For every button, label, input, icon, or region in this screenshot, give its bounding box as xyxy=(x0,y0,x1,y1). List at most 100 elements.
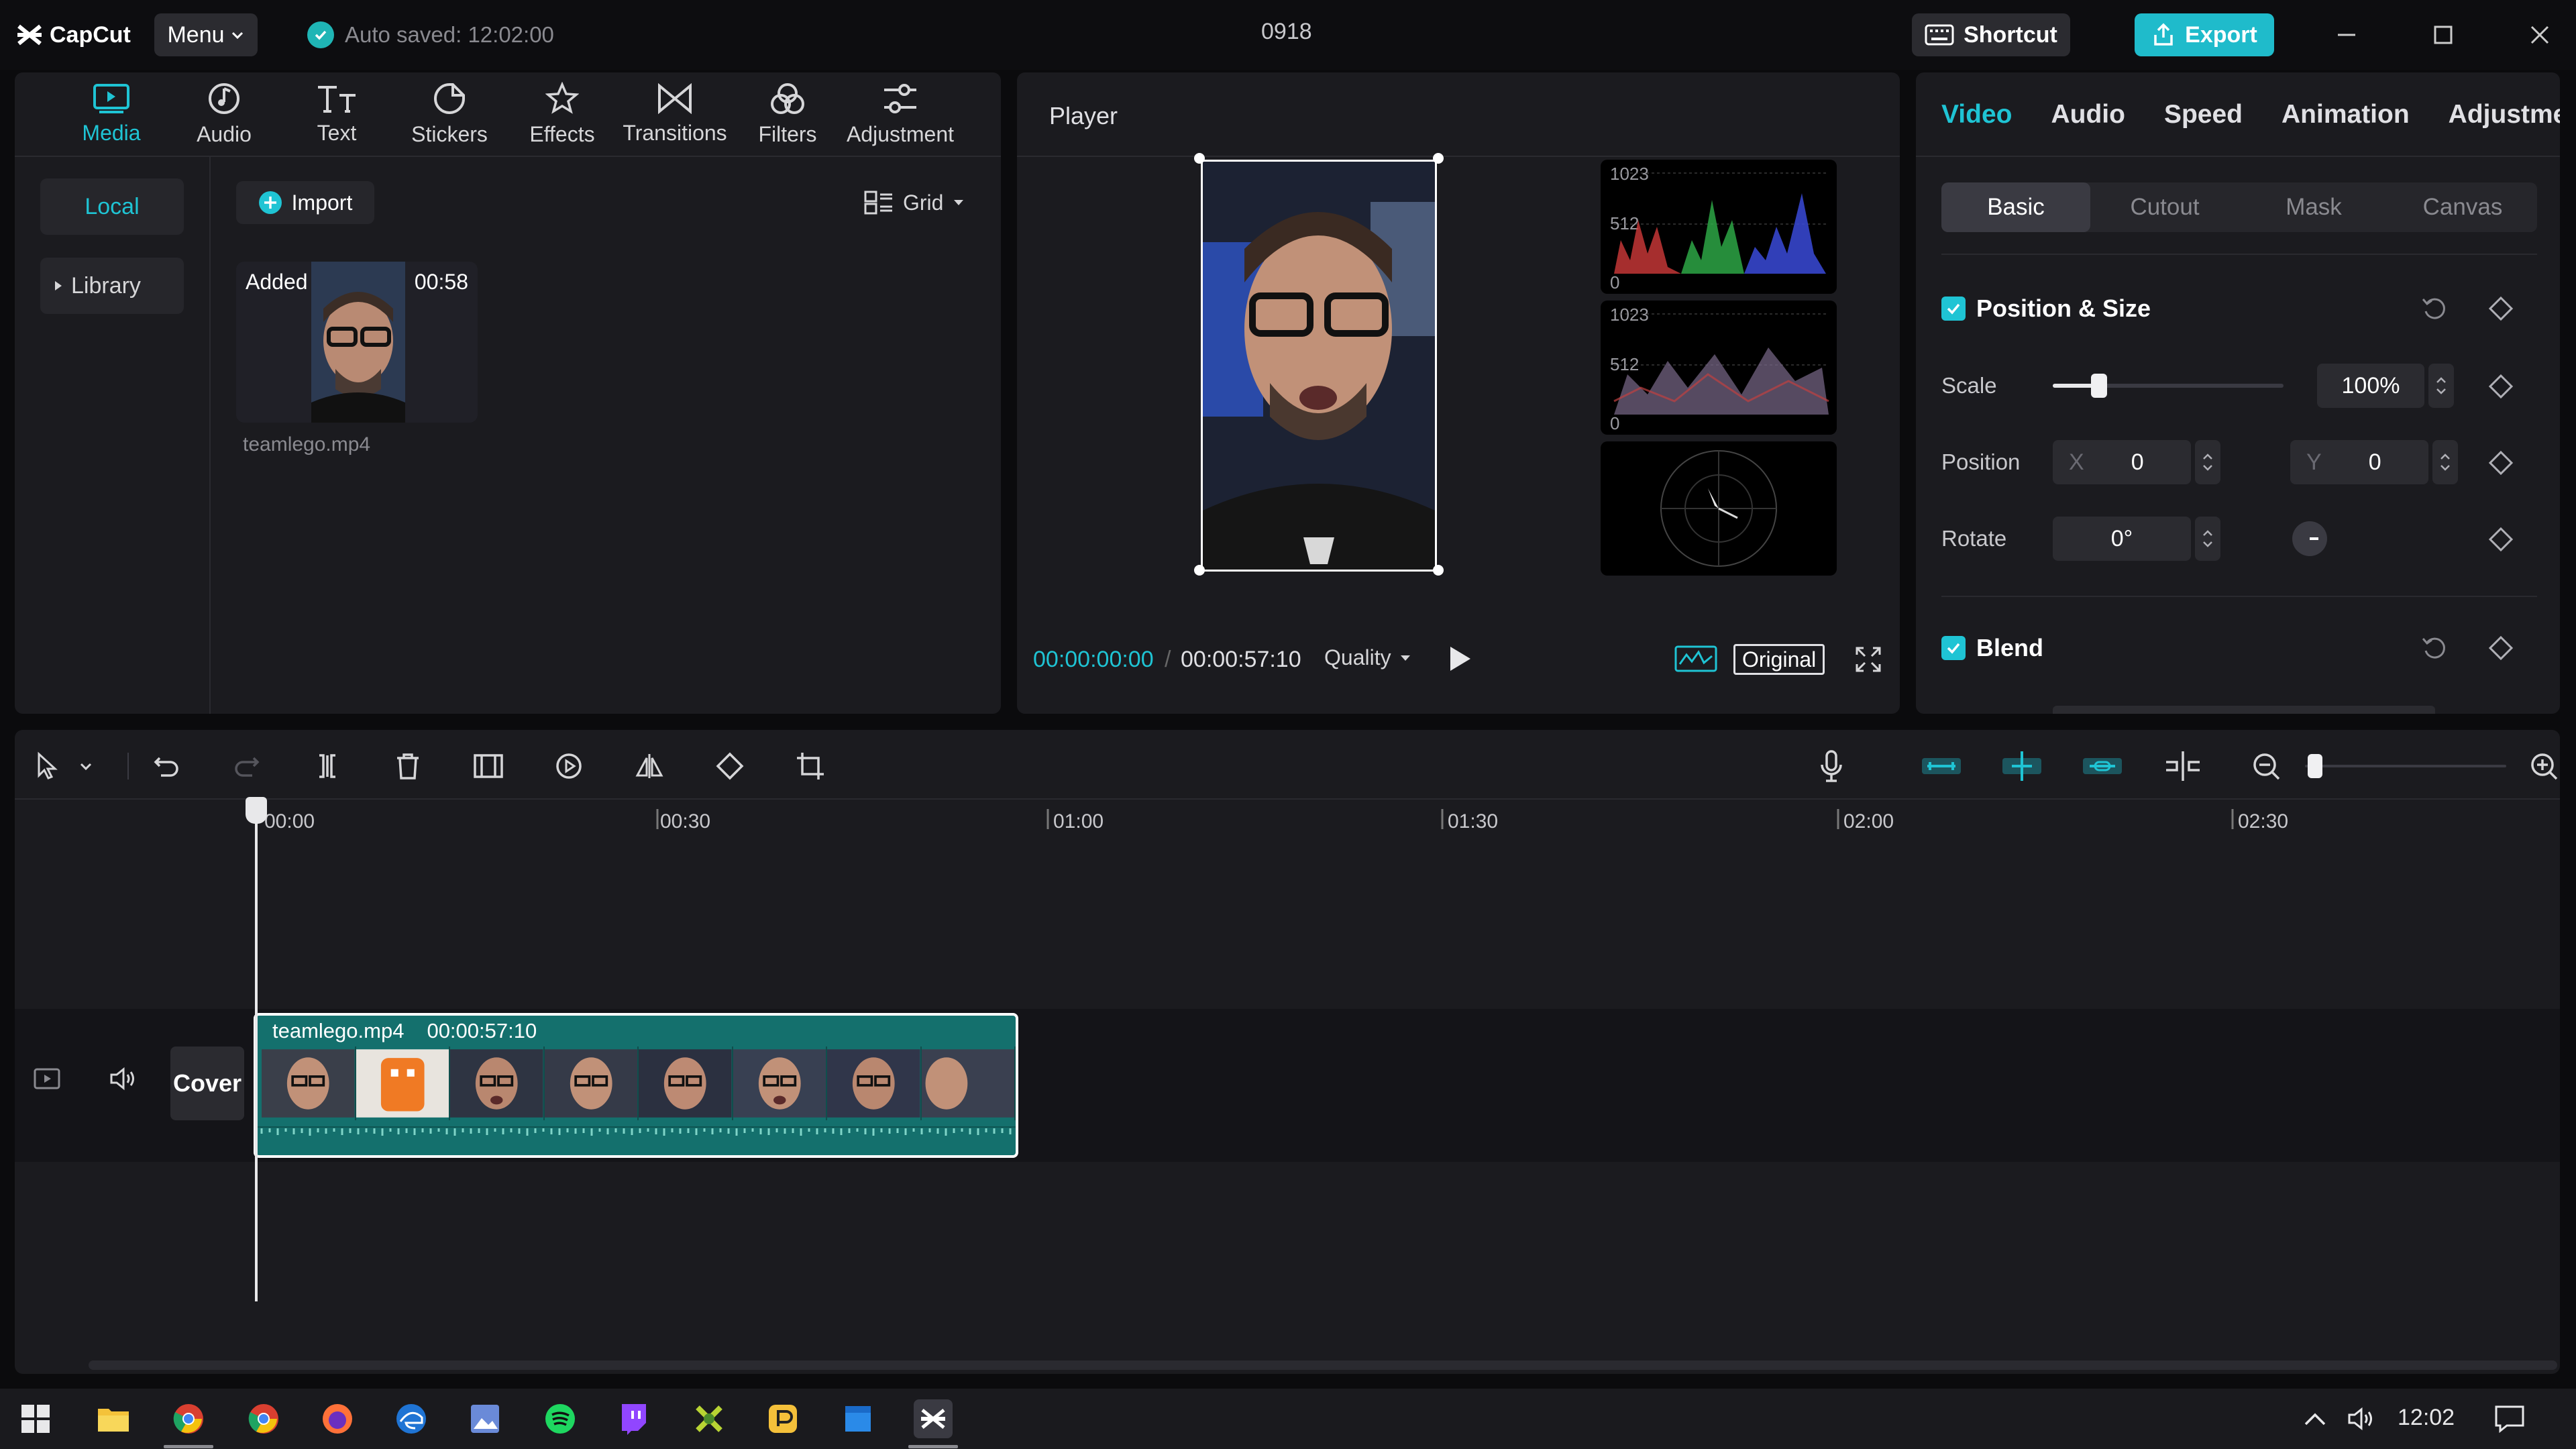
scale-input[interactable]: 100% xyxy=(2317,364,2424,408)
mirror-icon[interactable] xyxy=(632,749,667,784)
scale-stepper[interactable] xyxy=(2428,364,2454,408)
tab-animation[interactable]: Animation xyxy=(2282,100,2410,129)
track-mute-icon[interactable] xyxy=(109,1065,138,1092)
keyframe-icon[interactable] xyxy=(2487,295,2514,322)
scopes-toggle-icon[interactable] xyxy=(1674,644,1717,674)
keyframe-icon[interactable] xyxy=(2487,449,2514,476)
image-viewer-icon[interactable] xyxy=(466,1399,504,1438)
zoom-slider-handle[interactable] xyxy=(2308,754,2322,778)
subtab-cutout[interactable]: Cutout xyxy=(2090,182,2239,232)
play-icon[interactable] xyxy=(1446,644,1473,674)
media-item-thumbnail[interactable]: Added 00:58 xyxy=(236,262,478,423)
tab-transitions[interactable]: Transitions xyxy=(619,72,731,156)
close-icon[interactable] xyxy=(2524,19,2556,51)
export-button[interactable]: Export xyxy=(2135,13,2274,56)
zoom-out-icon[interactable] xyxy=(2249,749,2284,784)
app-yellow-icon[interactable] xyxy=(763,1399,802,1438)
subtab-basic[interactable]: Basic xyxy=(1941,182,2090,232)
position-y-stepper[interactable] xyxy=(2432,440,2458,484)
rotate-input[interactable]: 0° xyxy=(2053,517,2191,561)
tab-prop-audio[interactable]: Audio xyxy=(2051,100,2125,129)
tab-adjustment[interactable]: Adjustment xyxy=(844,72,957,156)
chrome-icon[interactable] xyxy=(244,1399,283,1438)
windows-start-icon[interactable] xyxy=(16,1399,55,1438)
spotify-icon[interactable] xyxy=(541,1399,580,1438)
main-track-magnet-icon[interactable] xyxy=(1920,749,1963,784)
video-preview[interactable] xyxy=(1201,160,1437,572)
auto-snap-icon[interactable] xyxy=(2000,749,2043,784)
crop-handle[interactable] xyxy=(1194,565,1205,576)
rotate-dial-icon[interactable] xyxy=(2290,519,2329,558)
notification-icon[interactable] xyxy=(2490,1399,2529,1438)
sidebar-item-local[interactable]: Local xyxy=(40,178,184,235)
reverse-icon[interactable] xyxy=(551,749,586,784)
tab-video[interactable]: Video xyxy=(1941,100,2012,129)
crop-handle[interactable] xyxy=(1194,153,1205,164)
rotate-stepper[interactable] xyxy=(2195,517,2220,561)
chevron-down-icon[interactable] xyxy=(76,749,95,784)
sidebar-item-library[interactable]: Library xyxy=(40,258,184,314)
delete-icon[interactable] xyxy=(390,749,425,784)
quality-dropdown[interactable]: Quality xyxy=(1324,645,1411,670)
scale-slider-handle[interactable] xyxy=(2090,374,2107,398)
tab-filters[interactable]: Filters xyxy=(731,72,844,156)
view-mode-button[interactable]: Grid xyxy=(864,181,965,224)
tab-adjustment-prop[interactable]: Adjustme xyxy=(2449,100,2560,129)
firefox-icon[interactable] xyxy=(318,1399,357,1438)
position-y-input[interactable]: Y 0 xyxy=(2290,440,2428,484)
reset-icon[interactable] xyxy=(2420,295,2447,322)
tab-audio[interactable]: Audio xyxy=(168,72,280,156)
zoom-in-icon[interactable] xyxy=(2526,749,2561,784)
position-x-input[interactable]: X 0 xyxy=(2053,440,2191,484)
aspect-ratio-button[interactable]: Original xyxy=(1733,644,1825,675)
cover-button[interactable]: Cover xyxy=(170,1046,244,1120)
position-x-stepper[interactable] xyxy=(2195,440,2220,484)
redo-icon[interactable] xyxy=(229,749,264,784)
keyframe-icon[interactable] xyxy=(2487,635,2514,661)
crop-handle[interactable] xyxy=(1433,565,1444,576)
tab-stickers[interactable]: Stickers xyxy=(393,72,506,156)
minimize-icon[interactable] xyxy=(2330,19,2363,51)
tab-effects[interactable]: Effects xyxy=(506,72,619,156)
undo-icon[interactable] xyxy=(149,749,184,784)
timeline-scrollbar[interactable] xyxy=(89,1360,2557,1370)
shortcut-button[interactable]: Shortcut xyxy=(1912,13,2070,56)
microphone-icon[interactable] xyxy=(1814,749,1849,784)
tab-speed[interactable]: Speed xyxy=(2164,100,2243,129)
preview-axis-icon[interactable] xyxy=(2161,749,2204,784)
tab-text[interactable]: Text xyxy=(280,72,393,156)
select-tool-icon[interactable] xyxy=(30,749,64,784)
crop-handle[interactable] xyxy=(1433,153,1444,164)
volume-icon[interactable] xyxy=(2343,1399,2381,1438)
rotate-icon[interactable] xyxy=(712,749,747,784)
blend-checkbox[interactable] xyxy=(1941,636,1966,660)
chrome-icon[interactable] xyxy=(169,1399,208,1438)
freeze-frame-icon[interactable] xyxy=(471,749,506,784)
playhead-handle[interactable] xyxy=(246,797,267,824)
maximize-icon[interactable] xyxy=(2427,19,2459,51)
tab-media[interactable]: Media xyxy=(55,72,168,156)
playhead[interactable] xyxy=(255,797,258,1301)
edge-icon[interactable] xyxy=(392,1399,431,1438)
position-size-checkbox[interactable] xyxy=(1941,297,1966,321)
crop-icon[interactable] xyxy=(793,749,828,784)
chevron-up-icon[interactable] xyxy=(2296,1399,2334,1438)
zoom-slider[interactable] xyxy=(2305,754,2506,778)
app-blue-icon[interactable] xyxy=(839,1399,877,1438)
subtab-canvas[interactable]: Canvas xyxy=(2388,182,2537,232)
subtab-mask[interactable]: Mask xyxy=(2239,182,2388,232)
import-button[interactable]: Import xyxy=(236,181,374,224)
menu-button[interactable]: Menu xyxy=(154,13,258,56)
blend-mode-field[interactable] xyxy=(2053,706,2435,714)
capcut-taskbar-icon[interactable] xyxy=(914,1399,953,1438)
project-name[interactable]: 0918 xyxy=(1261,19,1312,45)
taskbar-clock[interactable]: 12:02 xyxy=(2398,1405,2455,1431)
keyframe-icon[interactable] xyxy=(2487,373,2514,400)
timeline-ruler[interactable]: 00:00 00:30 01:00 01:30 02:00 02:30 xyxy=(15,800,2560,853)
keyframe-icon[interactable] xyxy=(2487,526,2514,553)
fullscreen-icon[interactable] xyxy=(1854,645,1882,674)
app-green-icon[interactable] xyxy=(690,1399,729,1438)
twitch-icon[interactable] xyxy=(614,1399,653,1438)
scale-slider[interactable] xyxy=(2053,374,2284,398)
track-display-icon[interactable] xyxy=(34,1068,60,1089)
